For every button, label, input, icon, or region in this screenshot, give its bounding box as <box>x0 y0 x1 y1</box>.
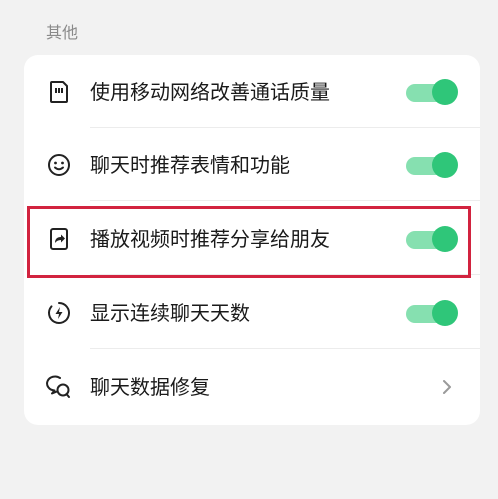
chevron-right-icon <box>440 378 454 396</box>
setting-label: 聊天时推荐表情和功能 <box>90 153 290 177</box>
sim-card-icon <box>46 79 72 105</box>
setting-row-chat-data-repair[interactable]: 聊天数据修复 <box>24 350 480 423</box>
settings-card: 使用移动网络改善通话质量 聊天时推荐表情和功能 播放视频时推荐分享给朋友 显示连… <box>24 55 480 425</box>
setting-label: 播放视频时推荐分享给朋友 <box>90 227 330 251</box>
flash-icon <box>46 300 72 326</box>
setting-label: 显示连续聊天天数 <box>90 301 250 325</box>
chat-repair-icon <box>46 374 72 400</box>
video-share-toggle[interactable] <box>406 226 458 252</box>
setting-row-mobile-network-call-quality[interactable]: 使用移动网络改善通话质量 <box>24 55 480 128</box>
setting-row-chat-streak-days[interactable]: 显示连续聊天天数 <box>24 276 480 349</box>
toggle-knob <box>432 226 458 252</box>
toggle-knob <box>432 300 458 326</box>
toggle-knob <box>432 79 458 105</box>
section-title: 其他 <box>46 23 79 42</box>
share-video-icon <box>46 226 72 252</box>
divider <box>90 348 480 349</box>
setting-label: 使用移动网络改善通话质量 <box>90 80 330 104</box>
divider <box>90 200 480 201</box>
chat-streak-toggle[interactable] <box>406 300 458 326</box>
chat-recommend-toggle[interactable] <box>406 152 458 178</box>
mobile-network-toggle[interactable] <box>406 79 458 105</box>
setting-row-video-share-recommend[interactable]: 播放视频时推荐分享给朋友 <box>24 202 480 275</box>
settings-page: 其他 使用移动网络改善通话质量 聊天时推荐表情和功能 播放视频时推荐分享给朋友 … <box>0 0 498 499</box>
setting-row-chat-recommend-emoji[interactable]: 聊天时推荐表情和功能 <box>24 128 480 201</box>
toggle-knob <box>432 152 458 178</box>
setting-label: 聊天数据修复 <box>90 375 210 399</box>
divider <box>90 274 480 275</box>
emoji-icon <box>46 152 72 178</box>
